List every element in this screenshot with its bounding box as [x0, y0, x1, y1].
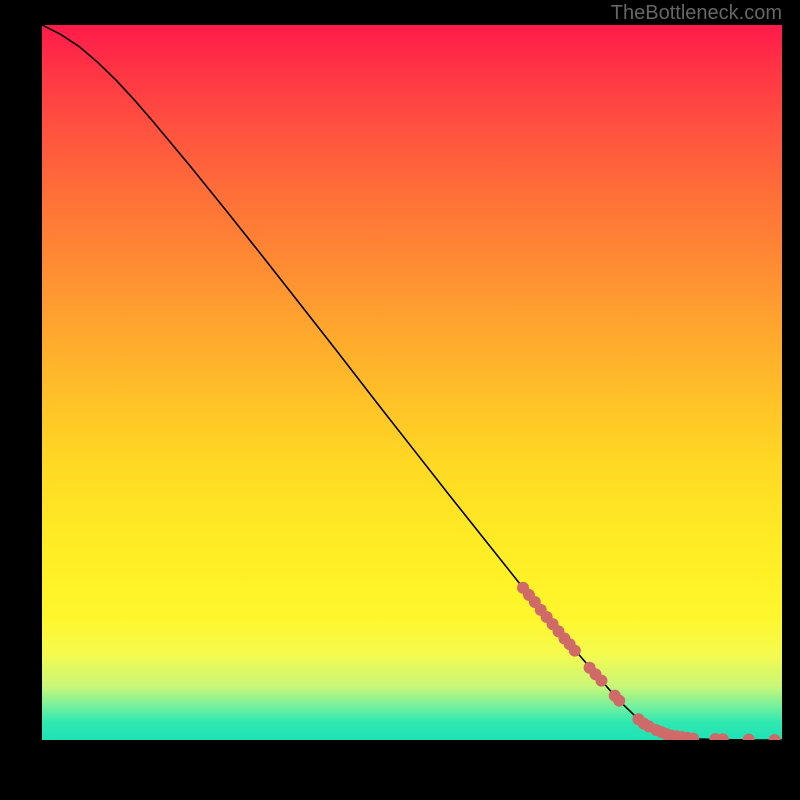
- chart-gradient-background: [42, 25, 782, 740]
- attribution-text: TheBottleneck.com: [611, 2, 782, 25]
